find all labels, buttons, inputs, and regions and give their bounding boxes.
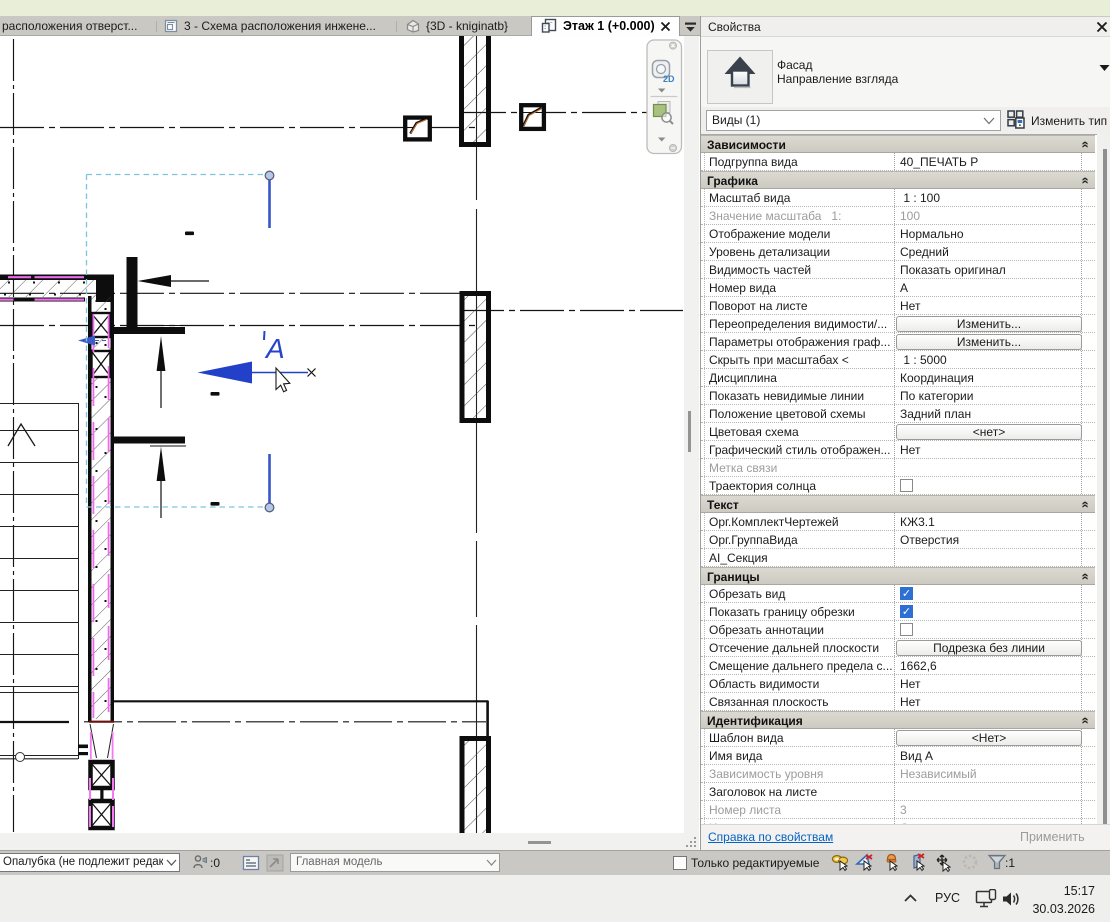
svg-text:2D: 2D <box>663 74 675 84</box>
svg-text:A: A <box>264 333 285 364</box>
